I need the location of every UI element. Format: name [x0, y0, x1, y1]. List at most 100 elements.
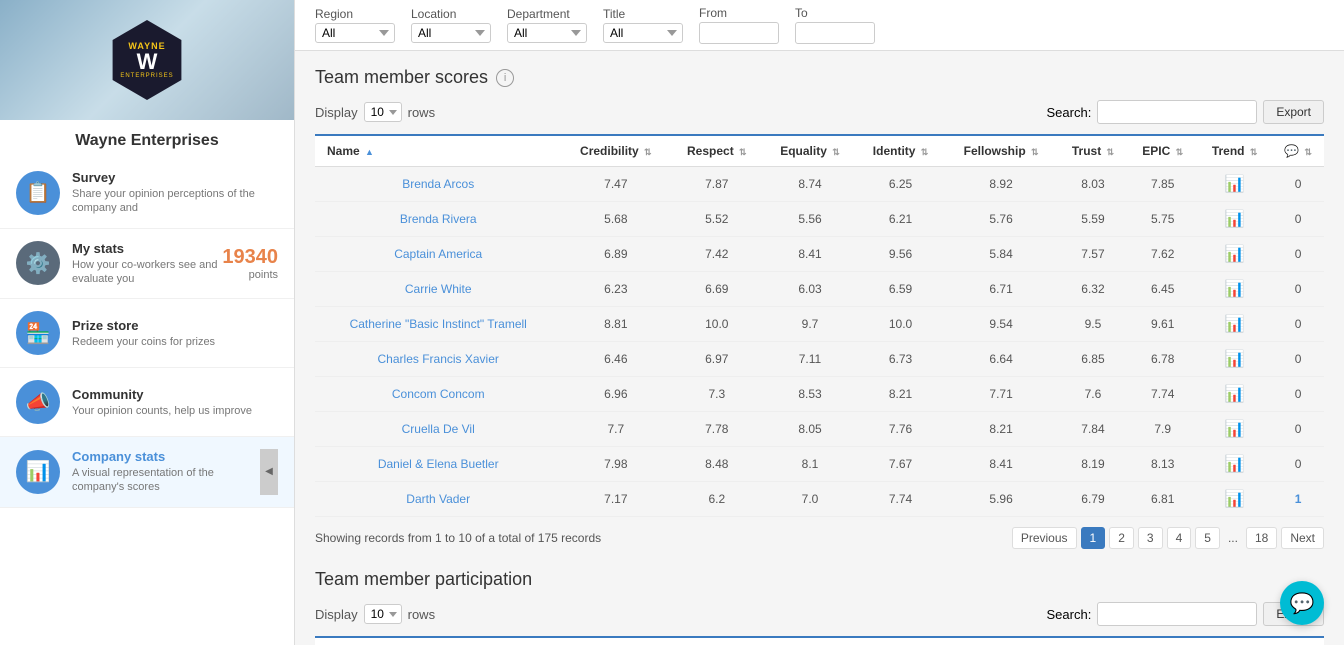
name-link[interactable]: Catherine "Basic Instinct" Tramell	[350, 317, 527, 331]
identity-cell: 10.0	[857, 307, 945, 342]
identity-cell: 6.59	[857, 272, 945, 307]
sidebar-item-companystats[interactable]: 📊 Company stats A visual representation …	[0, 437, 294, 508]
scores-display-rows: Display 10 25 50 rows	[315, 102, 435, 122]
fellowship-cell: 8.92	[945, 167, 1058, 202]
scores-rows-label: rows	[408, 105, 435, 120]
trend-chart-icon[interactable]: 📊	[1225, 246, 1245, 263]
table-row: Cruella De Vil 7.7 7.78 8.05 7.76 8.21 7…	[315, 412, 1324, 447]
name-link[interactable]: Brenda Arcos	[402, 177, 474, 191]
p-col-access-scores: Access to scores ⇅	[1042, 637, 1191, 645]
col-header-identity: Identity ⇅	[857, 135, 945, 167]
trend-chart-icon[interactable]: 📊	[1225, 316, 1245, 333]
scores-page-2[interactable]: 2	[1109, 527, 1134, 549]
name-cell: Cruella De Vil	[315, 412, 561, 447]
trend-icon-cell: 📊	[1197, 447, 1272, 482]
location-select[interactable]: All	[411, 23, 491, 43]
sidebar-item-prizestore[interactable]: 🏪 Prize store Redeem your coins for priz…	[0, 299, 294, 368]
trust-cell: 7.84	[1058, 412, 1129, 447]
team-scores-info-icon[interactable]: i	[496, 69, 514, 87]
respect-cell: 6.97	[670, 342, 763, 377]
trend-chart-icon[interactable]: 📊	[1225, 491, 1245, 508]
chat-icon: 💬	[1290, 591, 1315, 616]
participation-rows-select[interactable]: 10 25 50	[364, 604, 402, 624]
name-link[interactable]: Charles Francis Xavier	[378, 352, 499, 366]
participation-display-label: Display	[315, 607, 358, 622]
trend-chart-icon[interactable]: 📊	[1225, 386, 1245, 403]
respect-cell: 5.52	[670, 202, 763, 237]
prizestore-desc: Redeem your coins for prizes	[72, 335, 278, 349]
col-header-more: 💬 ⇅	[1272, 135, 1324, 167]
table-row: Concom Concom 6.96 7.3 8.53 8.21 7.71 7.…	[315, 377, 1324, 412]
equality-cell: 8.1	[763, 447, 856, 482]
respect-cell: 8.48	[670, 447, 763, 482]
participation-rows-label: rows	[408, 607, 435, 622]
table-row: Darth Vader 7.17 6.2 7.0 7.74 5.96 6.79 …	[315, 482, 1324, 517]
community-title: Community	[72, 387, 278, 402]
scores-prev-button[interactable]: Previous	[1012, 527, 1077, 549]
scores-search-input[interactable]	[1097, 100, 1257, 124]
scores-table: Name ▲ Credibility ⇅ Respect ⇅ Equality …	[315, 134, 1324, 517]
epic-cell: 6.78	[1128, 342, 1197, 377]
equality-cell: 7.0	[763, 482, 856, 517]
title-filter-group: Title All	[603, 7, 683, 43]
sidebar-item-survey[interactable]: 📋 Survey Share your opinion perceptions …	[0, 158, 294, 229]
trend-icon-cell: 📊	[1197, 237, 1272, 272]
name-link[interactable]: Brenda Rivera	[400, 212, 477, 226]
chat-bubble[interactable]: 💬	[1280, 581, 1324, 625]
name-link[interactable]: Captain America	[394, 247, 482, 261]
sidebar-collapse-toggle[interactable]: ◀	[260, 449, 278, 495]
department-select[interactable]: All	[507, 23, 587, 43]
scores-page-3[interactable]: 3	[1138, 527, 1163, 549]
scores-next-button[interactable]: Next	[1281, 527, 1324, 549]
epic-cell: 7.85	[1128, 167, 1197, 202]
from-label: From	[699, 6, 727, 20]
trend-chart-icon[interactable]: 📊	[1225, 351, 1245, 368]
region-filter-group: Region All	[315, 7, 395, 43]
trend-chart-icon[interactable]: 📊	[1225, 421, 1245, 438]
from-filter-group: From	[699, 6, 779, 44]
sidebar-item-mystats[interactable]: ⚙️ My stats How your co-workers see and …	[0, 229, 294, 300]
trust-cell: 8.19	[1058, 447, 1129, 482]
to-input[interactable]	[795, 22, 875, 44]
trend-icon-cell: 📊	[1197, 202, 1272, 237]
p-col-responses: Responses this week ⇅	[694, 637, 870, 645]
equality-cell: 7.11	[763, 342, 856, 377]
name-cell: Captain America	[315, 237, 561, 272]
name-link[interactable]: Cruella De Vil	[402, 422, 475, 436]
trend-chart-icon[interactable]: 📊	[1225, 456, 1245, 473]
mystats-desc: How your co-workers see and evaluate you	[72, 258, 222, 287]
name-link[interactable]: Carrie White	[405, 282, 472, 296]
trend-val-cell: 0	[1272, 412, 1324, 447]
title-select[interactable]: All	[603, 23, 683, 43]
name-link[interactable]: Concom Concom	[392, 387, 485, 401]
epic-cell: 7.74	[1128, 377, 1197, 412]
scores-page-5[interactable]: 5	[1195, 527, 1220, 549]
trust-cell: 9.5	[1058, 307, 1129, 342]
col-header-equality: Equality ⇅	[763, 135, 856, 167]
scores-page-1[interactable]: 1	[1081, 527, 1106, 549]
scores-export-button[interactable]: Export	[1263, 100, 1324, 124]
trend-chart-icon[interactable]: 📊	[1225, 281, 1245, 298]
from-input[interactable]	[699, 22, 779, 44]
table-row: Captain America 6.89 7.42 8.41 9.56 5.84…	[315, 237, 1324, 272]
name-cell: Charles Francis Xavier	[315, 342, 561, 377]
sidebar-item-community[interactable]: 📣 Community Your opinion counts, help us…	[0, 368, 294, 437]
main-content: Region All Location All Department All T…	[295, 0, 1344, 645]
trend-val-cell: 0	[1272, 272, 1324, 307]
to-label: To	[795, 6, 808, 20]
epic-cell: 5.75	[1128, 202, 1197, 237]
scores-display-label: Display	[315, 105, 358, 120]
name-link[interactable]: Darth Vader	[406, 492, 470, 506]
region-select[interactable]: All	[315, 23, 395, 43]
prizestore-icon: 🏪	[16, 311, 60, 355]
respect-cell: 7.78	[670, 412, 763, 447]
companystats-content: Company stats A visual representation of…	[72, 449, 260, 495]
trend-chart-icon[interactable]: 📊	[1225, 211, 1245, 228]
p-col-trophies: Trophies ⇅	[952, 637, 1042, 645]
scores-rows-select[interactable]: 10 25 50	[364, 102, 402, 122]
scores-page-4[interactable]: 4	[1167, 527, 1192, 549]
name-link[interactable]: Daniel & Elena Buetler	[378, 457, 499, 471]
participation-search-input[interactable]	[1097, 602, 1257, 626]
scores-page-18[interactable]: 18	[1246, 527, 1277, 549]
trend-chart-icon[interactable]: 📊	[1225, 176, 1245, 193]
